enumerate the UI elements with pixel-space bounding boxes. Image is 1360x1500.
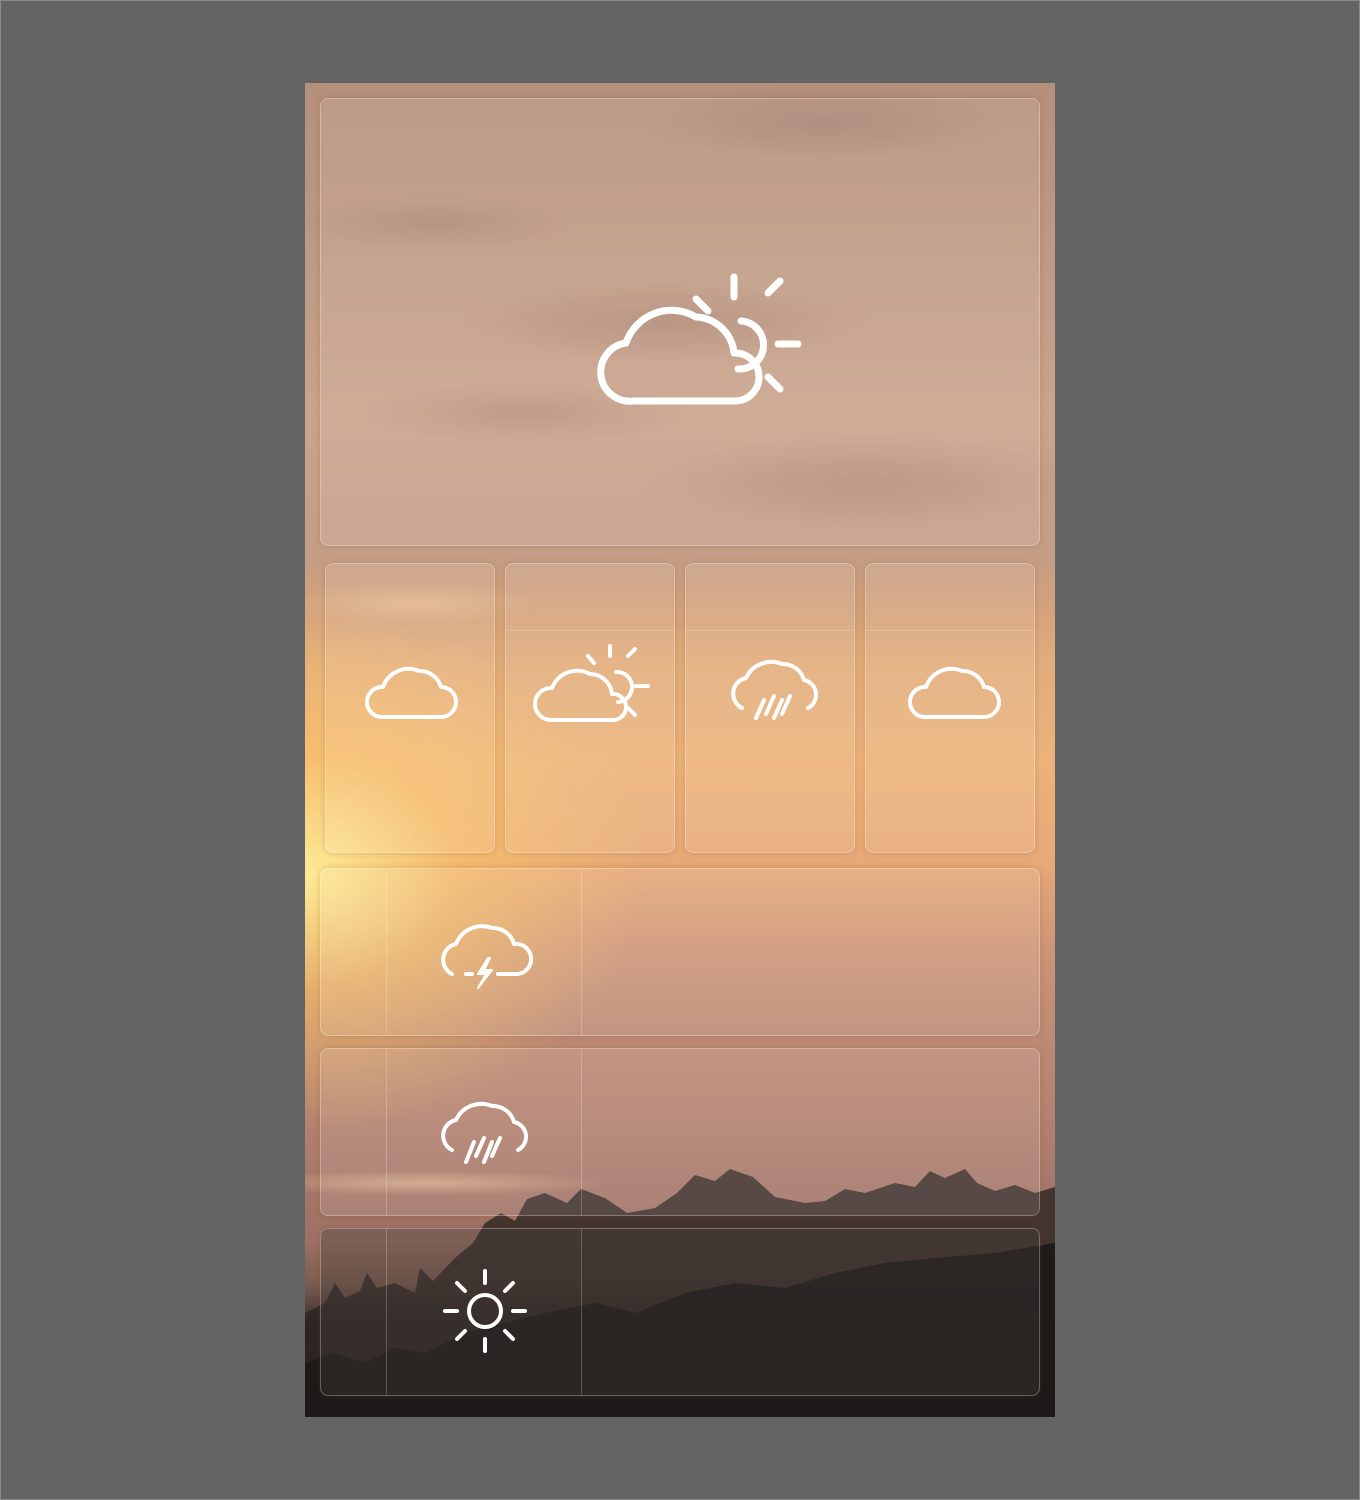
forecast-tile-3[interactable] — [685, 563, 855, 853]
partly-cloudy-icon — [528, 644, 658, 724]
tile-divider — [686, 630, 854, 631]
cloud-icon — [361, 659, 461, 721]
thunderstorm-icon — [434, 914, 534, 990]
row-divider — [581, 1229, 582, 1395]
daily-row-1[interactable] — [320, 868, 1040, 1036]
rain-cloud-icon — [434, 1094, 534, 1170]
cloud-icon — [904, 659, 1004, 721]
forecast-tile-4[interactable] — [865, 563, 1035, 853]
row-divider — [581, 869, 582, 1035]
tile-divider — [866, 630, 1034, 631]
forecast-tile-2[interactable] — [505, 563, 675, 853]
tile-divider — [506, 630, 674, 631]
row-divider — [386, 869, 387, 1035]
row-divider — [581, 1049, 582, 1215]
current-weather-tile[interactable] — [320, 98, 1040, 546]
daily-row-2[interactable] — [320, 1048, 1040, 1216]
rain-cloud-icon — [724, 656, 824, 728]
sun-icon — [441, 1267, 529, 1355]
daily-row-3[interactable] — [320, 1228, 1040, 1396]
row-divider — [386, 1049, 387, 1215]
weather-app-screen — [305, 83, 1055, 1417]
row-divider — [386, 1229, 387, 1395]
partly-cloudy-icon — [586, 259, 806, 405]
forecast-tile-1[interactable] — [325, 563, 495, 853]
